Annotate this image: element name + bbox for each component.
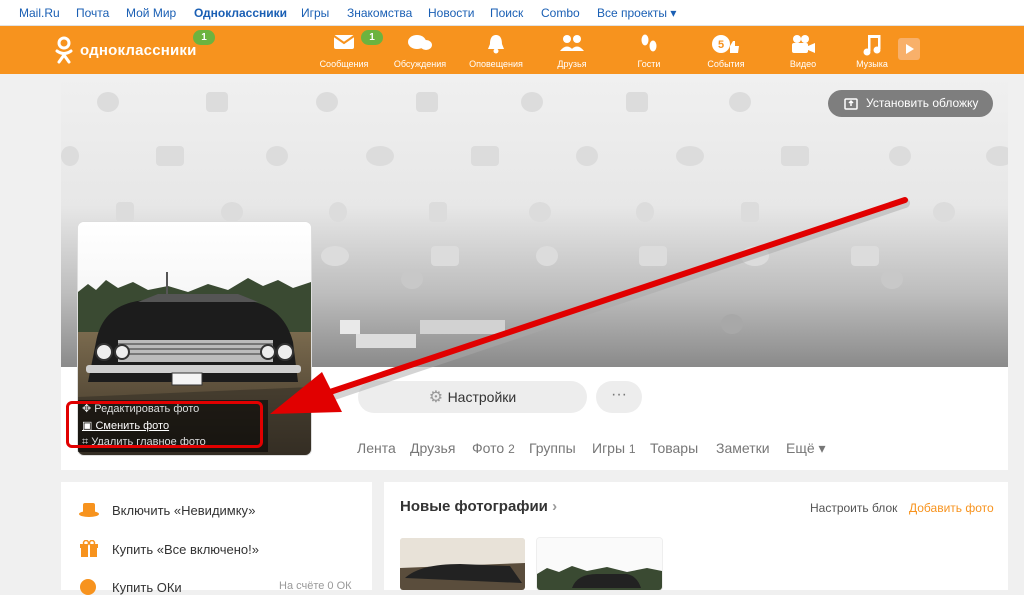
annotation-arrow xyxy=(270,197,910,414)
